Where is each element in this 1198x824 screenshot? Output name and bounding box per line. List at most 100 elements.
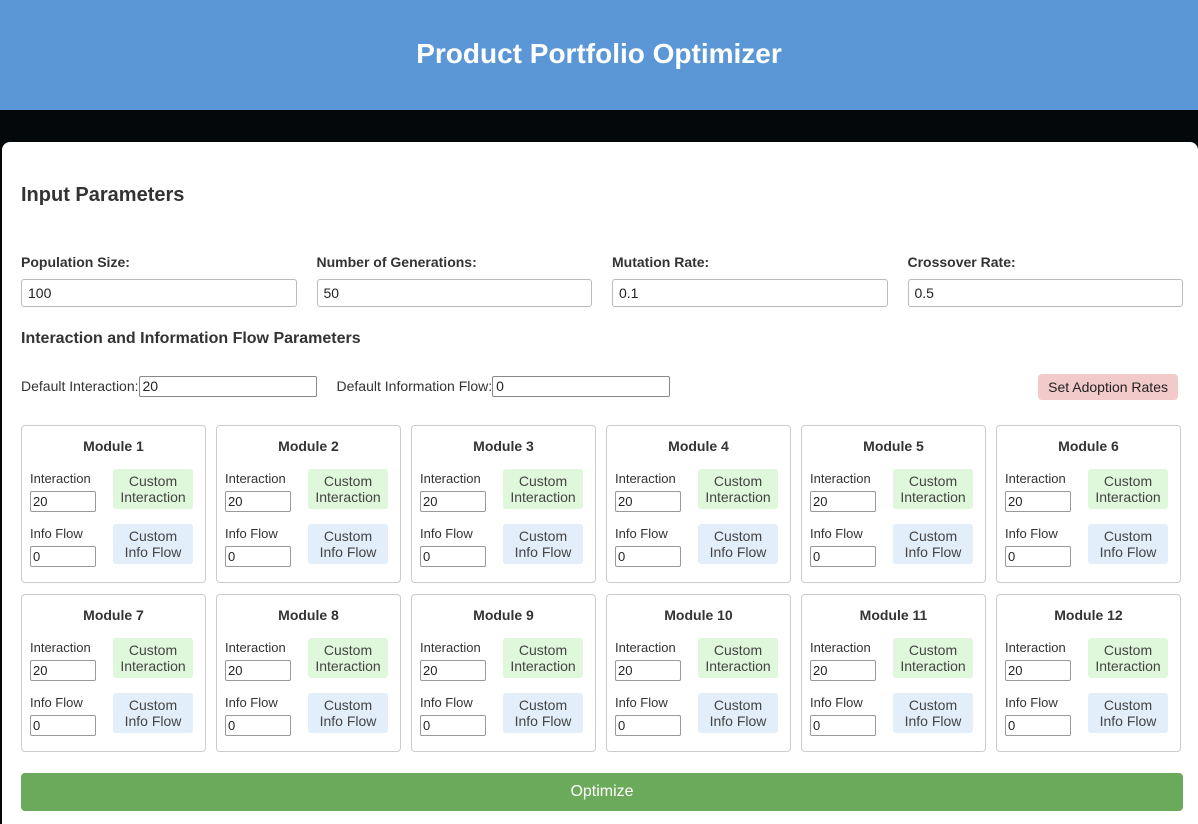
module-interaction-row: Interaction Custom Interaction bbox=[420, 638, 583, 681]
module-interaction-row: Interaction Custom Interaction bbox=[225, 638, 388, 681]
module-info-flow-label: Info Flow bbox=[615, 695, 668, 710]
module-info-flow-input[interactable] bbox=[420, 715, 486, 736]
module-card-4: Module 4 Interaction Custom Interaction … bbox=[606, 425, 791, 583]
module-interaction-input[interactable] bbox=[615, 491, 681, 512]
module-info-flow-label: Info Flow bbox=[420, 695, 473, 710]
custom-info-flow-button[interactable]: Custom Info Flow bbox=[893, 524, 973, 564]
module-card-5: Module 5 Interaction Custom Interaction … bbox=[801, 425, 986, 583]
custom-info-flow-button[interactable]: Custom Info Flow bbox=[308, 693, 388, 733]
module-card-1: Module 1 Interaction Custom Interaction … bbox=[21, 425, 206, 583]
module-interaction-input[interactable] bbox=[420, 491, 486, 512]
module-title: Module 2 bbox=[278, 438, 339, 454]
module-interaction-input[interactable] bbox=[810, 660, 876, 681]
module-info-flow-input[interactable] bbox=[1005, 715, 1071, 736]
default-interaction-input[interactable] bbox=[138, 375, 317, 397]
module-card-10: Module 10 Interaction Custom Interaction… bbox=[606, 594, 791, 752]
custom-interaction-button[interactable]: Custom Interaction bbox=[1088, 469, 1168, 509]
module-info-flow-row: Info Flow Custom Info Flow bbox=[420, 524, 583, 567]
custom-info-flow-button[interactable]: Custom Info Flow bbox=[698, 693, 778, 733]
module-info-flow-row: Info Flow Custom Info Flow bbox=[615, 693, 778, 736]
custom-info-flow-button[interactable]: Custom Info Flow bbox=[1088, 693, 1168, 733]
population-size-input[interactable] bbox=[21, 279, 297, 307]
module-interaction-input[interactable] bbox=[30, 660, 96, 681]
module-info-flow-input[interactable] bbox=[225, 546, 291, 567]
crossover-rate-param: Crossover Rate: bbox=[907, 254, 1183, 307]
default-info-flow-input[interactable] bbox=[492, 375, 671, 397]
custom-info-flow-button[interactable]: Custom Info Flow bbox=[698, 524, 778, 564]
module-interaction-row: Interaction Custom Interaction bbox=[810, 638, 973, 681]
module-info-flow-input[interactable] bbox=[225, 715, 291, 736]
module-info-flow-input[interactable] bbox=[810, 715, 876, 736]
set-adoption-rates-button[interactable]: Set Adoption Rates bbox=[1038, 374, 1178, 400]
module-interaction-row: Interaction Custom Interaction bbox=[615, 469, 778, 512]
module-interaction-input[interactable] bbox=[810, 491, 876, 512]
module-info-flow-row: Info Flow Custom Info Flow bbox=[30, 693, 193, 736]
module-info-flow-input[interactable] bbox=[615, 715, 681, 736]
default-interaction-label: Default Interaction: bbox=[21, 378, 139, 394]
population-size-label: Population Size: bbox=[21, 254, 130, 270]
module-title: Module 11 bbox=[859, 607, 928, 623]
module-info-flow-input[interactable] bbox=[810, 546, 876, 567]
module-interaction-row: Interaction Custom Interaction bbox=[1005, 638, 1168, 681]
module-title: Module 10 bbox=[664, 607, 733, 623]
custom-interaction-button[interactable]: Custom Interaction bbox=[308, 469, 388, 509]
flow-parameters-title: Interaction and Information Flow Paramet… bbox=[21, 330, 361, 347]
crossover-rate-label: Crossover Rate: bbox=[907, 254, 1016, 270]
module-card-12: Module 12 Interaction Custom Interaction… bbox=[996, 594, 1181, 752]
module-info-flow-input[interactable] bbox=[30, 715, 96, 736]
module-interaction-input[interactable] bbox=[615, 660, 681, 681]
module-interaction-input[interactable] bbox=[225, 491, 291, 512]
custom-interaction-button[interactable]: Custom Interaction bbox=[893, 469, 973, 509]
optimize-button[interactable]: Optimize bbox=[21, 773, 1183, 811]
population-size-param: Population Size: bbox=[21, 254, 297, 307]
module-interaction-row: Interaction Custom Interaction bbox=[225, 469, 388, 512]
module-interaction-label: Interaction bbox=[615, 471, 676, 486]
module-title: Module 9 bbox=[473, 607, 534, 623]
crossover-rate-input[interactable] bbox=[907, 279, 1183, 307]
custom-interaction-button[interactable]: Custom Interaction bbox=[503, 638, 583, 678]
module-info-flow-label: Info Flow bbox=[615, 526, 668, 541]
custom-info-flow-button[interactable]: Custom Info Flow bbox=[893, 693, 973, 733]
input-parameters-title: Input Parameters bbox=[21, 184, 185, 206]
module-interaction-label: Interaction bbox=[615, 640, 676, 655]
custom-interaction-button[interactable]: Custom Interaction bbox=[698, 469, 778, 509]
mutation-rate-input[interactable] bbox=[612, 279, 888, 307]
mutation-rate-param: Mutation Rate: bbox=[612, 254, 888, 307]
module-info-flow-label: Info Flow bbox=[225, 526, 278, 541]
app-header: Product Portfolio Optimizer bbox=[0, 0, 1198, 110]
module-interaction-input[interactable] bbox=[1005, 491, 1071, 512]
custom-info-flow-button[interactable]: Custom Info Flow bbox=[308, 524, 388, 564]
module-info-flow-label: Info Flow bbox=[225, 695, 278, 710]
custom-interaction-button[interactable]: Custom Interaction bbox=[698, 638, 778, 678]
custom-info-flow-button[interactable]: Custom Info Flow bbox=[1088, 524, 1168, 564]
module-interaction-label: Interaction bbox=[810, 471, 871, 486]
module-interaction-input[interactable] bbox=[1005, 660, 1071, 681]
module-info-flow-row: Info Flow Custom Info Flow bbox=[420, 693, 583, 736]
module-info-flow-row: Info Flow Custom Info Flow bbox=[1005, 524, 1168, 567]
custom-interaction-button[interactable]: Custom Interaction bbox=[893, 638, 973, 678]
custom-interaction-button[interactable]: Custom Interaction bbox=[113, 638, 193, 678]
custom-info-flow-button[interactable]: Custom Info Flow bbox=[503, 693, 583, 733]
module-info-flow-row: Info Flow Custom Info Flow bbox=[810, 693, 973, 736]
module-interaction-input[interactable] bbox=[225, 660, 291, 681]
custom-interaction-button[interactable]: Custom Interaction bbox=[113, 469, 193, 509]
module-info-flow-input[interactable] bbox=[420, 546, 486, 567]
custom-interaction-button[interactable]: Custom Interaction bbox=[1088, 638, 1168, 678]
custom-interaction-button[interactable]: Custom Interaction bbox=[308, 638, 388, 678]
module-card-8: Module 8 Interaction Custom Interaction … bbox=[216, 594, 401, 752]
custom-interaction-button[interactable]: Custom Interaction bbox=[503, 469, 583, 509]
module-interaction-input[interactable] bbox=[420, 660, 486, 681]
module-card-2: Module 2 Interaction Custom Interaction … bbox=[216, 425, 401, 583]
module-info-flow-input[interactable] bbox=[615, 546, 681, 567]
custom-info-flow-button[interactable]: Custom Info Flow bbox=[113, 524, 193, 564]
module-card-3: Module 3 Interaction Custom Interaction … bbox=[411, 425, 596, 583]
module-info-flow-input[interactable] bbox=[30, 546, 96, 567]
module-interaction-input[interactable] bbox=[30, 491, 96, 512]
custom-info-flow-button[interactable]: Custom Info Flow bbox=[503, 524, 583, 564]
module-title: Module 8 bbox=[278, 607, 339, 623]
module-interaction-label: Interaction bbox=[420, 640, 481, 655]
custom-info-flow-button[interactable]: Custom Info Flow bbox=[113, 693, 193, 733]
generations-input[interactable] bbox=[316, 279, 592, 307]
module-info-flow-input[interactable] bbox=[1005, 546, 1071, 567]
module-interaction-row: Interaction Custom Interaction bbox=[810, 469, 973, 512]
